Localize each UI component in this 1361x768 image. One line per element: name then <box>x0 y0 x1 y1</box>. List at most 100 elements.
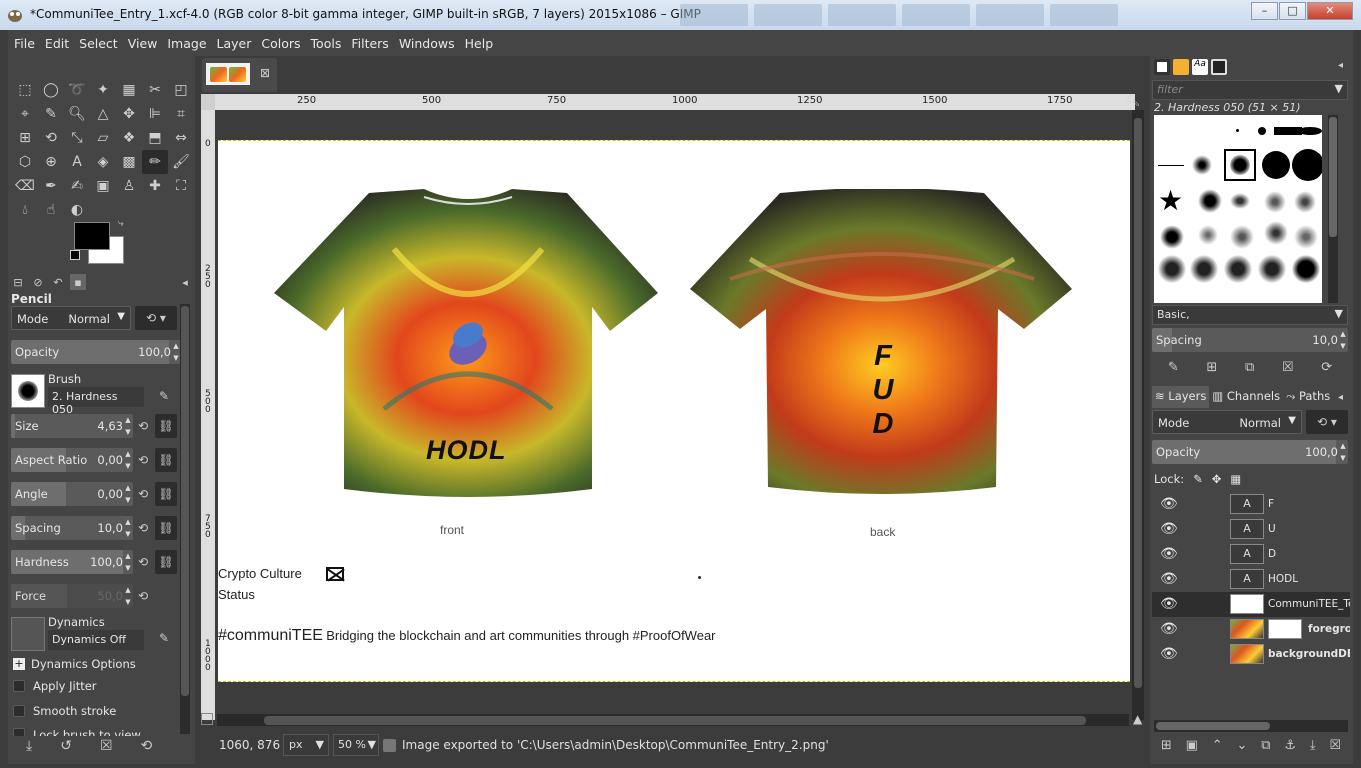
brush-preset-icon[interactable] <box>1230 225 1254 249</box>
brush-preset-icon[interactable] <box>1264 221 1288 245</box>
layer-row[interactable]: 👁︎ A D <box>1152 542 1350 567</box>
brush-preset-icon[interactable] <box>1292 255 1320 283</box>
document-history-tab-icon[interactable] <box>1211 59 1227 75</box>
smooth-stroke-checkbox[interactable]: Smooth stroke <box>13 704 116 718</box>
visibility-eye-icon[interactable]: 👁︎ <box>1160 521 1178 537</box>
warp-icon[interactable]: ❖ <box>116 126 142 150</box>
menu-image[interactable]: Image <box>167 36 206 51</box>
horizontal-scrollbar[interactable] <box>217 714 1129 726</box>
paintbrush-icon[interactable]: 🖌︎ <box>168 150 194 174</box>
brush-preset-icon[interactable] <box>1298 127 1322 135</box>
zoom-image-icon[interactable]: 🔍︎ <box>1126 94 1140 108</box>
brush-preset-icon[interactable] <box>1292 149 1322 181</box>
new-layer-icon[interactable]: ⊞ <box>1161 738 1172 753</box>
link-angle-icon[interactable]: ⛓ <box>155 482 177 506</box>
brush-preset-icon[interactable] <box>1198 189 1222 213</box>
brush-filter-input[interactable]: filter ▼ <box>1152 80 1348 100</box>
heal-icon[interactable]: ✚ <box>142 174 168 198</box>
clone-icon[interactable]: ♙ <box>116 174 142 198</box>
brush-preset-icon[interactable] <box>1198 225 1218 245</box>
star-brush-icon[interactable]: ★ <box>1158 187 1183 215</box>
menu-view[interactable]: View <box>128 36 158 51</box>
cage-icon[interactable]: ⬡ <box>12 150 38 174</box>
brush-preset-icon[interactable] <box>1230 193 1250 209</box>
layer-opacity-slider[interactable]: Opacity 100,0 ▲ ▼ <box>1152 440 1348 464</box>
size-slider[interactable]: Size 4,63 ▲ ▼ <box>11 414 133 438</box>
raise-layer-icon[interactable]: ⌃ <box>1212 738 1223 753</box>
device-status-tab-icon[interactable]: ⊘ <box>30 274 46 290</box>
brush-preview[interactable] <box>11 374 45 408</box>
brush-preset-selected[interactable] <box>1224 149 1256 181</box>
blur-icon[interactable]: 💧︎ <box>12 198 38 222</box>
images-tab-icon[interactable]: ▪ <box>70 274 86 290</box>
duplicate-brush-icon[interactable]: ⧉ <box>1245 360 1254 375</box>
layer-row-selected[interactable]: 👁︎ CommuniTEE_Temp <box>1152 592 1350 617</box>
dynamics-preview-icon[interactable] <box>11 617 45 651</box>
dynamics-options-expander[interactable]: + Dynamics Options <box>13 657 136 671</box>
foreground-select-icon[interactable]: ◰ <box>168 78 194 102</box>
menu-filters[interactable]: Filters <box>351 36 388 51</box>
gradient-icon[interactable]: ▩ <box>116 150 142 174</box>
free-select-icon[interactable]: ➰ <box>64 78 90 102</box>
link-aspect-icon[interactable]: ⛓ <box>155 448 177 472</box>
pencil-icon[interactable]: ✏ <box>142 150 168 174</box>
opacity-slider[interactable]: Opacity 100,0 ▲ ▼ <box>11 340 181 364</box>
color-picker-icon[interactable]: ✎ <box>38 102 64 126</box>
ruler-corner-button[interactable] <box>201 94 215 110</box>
new-brush-icon[interactable]: ⊞ <box>1206 360 1217 375</box>
edit-dynamics-icon[interactable]: ✎ <box>153 626 175 650</box>
scale-icon[interactable]: ⤡ <box>64 126 90 150</box>
eraser-icon[interactable]: ⌫ <box>12 174 38 198</box>
merge-layer-icon[interactable]: ⤓ <box>1310 738 1316 753</box>
angle-slider[interactable]: Angle 0,00 ▲ ▼ <box>11 482 133 506</box>
close-tab-icon[interactable]: ⊠ <box>260 66 270 80</box>
perspective-clone-icon[interactable]: ⛶ <box>168 174 194 198</box>
dynamics-name-field[interactable]: Dynamics Off <box>48 630 144 650</box>
scissors-icon[interactable]: ✂ <box>142 78 168 102</box>
reset-force-icon[interactable]: ⟲ <box>132 584 154 608</box>
select-by-color-icon[interactable]: ▦ <box>116 78 142 102</box>
visibility-eye-icon[interactable]: 👁︎ <box>1160 596 1178 612</box>
layer-mode-combo[interactable]: Mode Normal ▼ <box>1152 410 1302 434</box>
reset-options-icon[interactable]: ⟲ <box>141 738 153 754</box>
layer-row[interactable]: 👁︎ A F <box>1152 492 1350 517</box>
spacing-slider[interactable]: Spacing 10,0 ▲ ▼ <box>11 516 133 540</box>
reset-angle-icon[interactable]: ⟲ <box>132 482 154 506</box>
handle-transform-icon[interactable]: ⊕ <box>38 150 64 174</box>
mypaint-brush-icon[interactable]: ▣ <box>90 174 116 198</box>
reset-aspect-icon[interactable]: ⟲ <box>132 448 154 472</box>
link-spacing-icon[interactable]: ⛓ <box>155 516 177 540</box>
brush-spacing-slider[interactable]: Spacing 10,0 ▲ ▼ <box>1152 328 1348 352</box>
brushes-tab-icon[interactable] <box>1154 59 1170 75</box>
ellipse-select-icon[interactable]: ◯ <box>38 78 64 102</box>
shear-icon[interactable]: ▱ <box>90 126 116 150</box>
spin-arrows-icon[interactable]: ▲ ▼ <box>1338 328 1348 352</box>
channels-tab[interactable]: ▥ Channels <box>1209 386 1283 408</box>
reset-spacing-icon[interactable]: ⟲ <box>132 516 154 540</box>
menu-file[interactable]: File <box>14 36 35 51</box>
brush-preset-icon[interactable] <box>1258 127 1266 135</box>
spin-arrows-icon[interactable]: ▲ ▼ <box>1338 440 1348 464</box>
layers-tab[interactable]: ≋ Layers <box>1152 386 1210 408</box>
brush-preset-icon[interactable] <box>1264 191 1286 213</box>
dodge-burn-icon[interactable]: ◐ <box>64 198 90 222</box>
layers-hscrollbar[interactable] <box>1154 720 1348 732</box>
paths-tab[interactable]: ⤳ Paths <box>1283 386 1333 408</box>
fonts-tab-icon[interactable]: Aa <box>1192 59 1208 75</box>
paths-icon[interactable]: ⌖ <box>12 102 38 126</box>
rotate-icon[interactable]: ⟲ <box>38 126 64 150</box>
horizontal-ruler[interactable]: 250 500 750 1000 1250 1500 1750 <box>215 94 1135 110</box>
dock-menu-icon[interactable]: ◂ <box>1338 392 1343 403</box>
reset-size-icon[interactable]: ⟲ <box>132 414 154 438</box>
hardness-slider[interactable]: Hardness 100,0 ▲ ▼ <box>11 550 133 574</box>
lock-position-icon[interactable]: ✥ <box>1212 472 1222 486</box>
flip-icon[interactable]: ⇔ <box>168 126 194 150</box>
fuzzy-select-icon[interactable]: ✦ <box>90 78 116 102</box>
bucket-fill-icon[interactable]: ◈ <box>90 150 116 174</box>
layer-row[interactable]: 👁︎ foreground <box>1152 617 1350 642</box>
delete-layer-icon[interactable]: ☒ <box>1329 738 1341 753</box>
rect-select-icon[interactable]: ⬚ <box>12 78 38 102</box>
brush-preset-icon[interactable] <box>1258 255 1286 283</box>
vertical-ruler[interactable]: 0 250 500 750 1000 <box>201 110 215 720</box>
new-layer-group-icon[interactable]: ▣ <box>1186 738 1198 753</box>
